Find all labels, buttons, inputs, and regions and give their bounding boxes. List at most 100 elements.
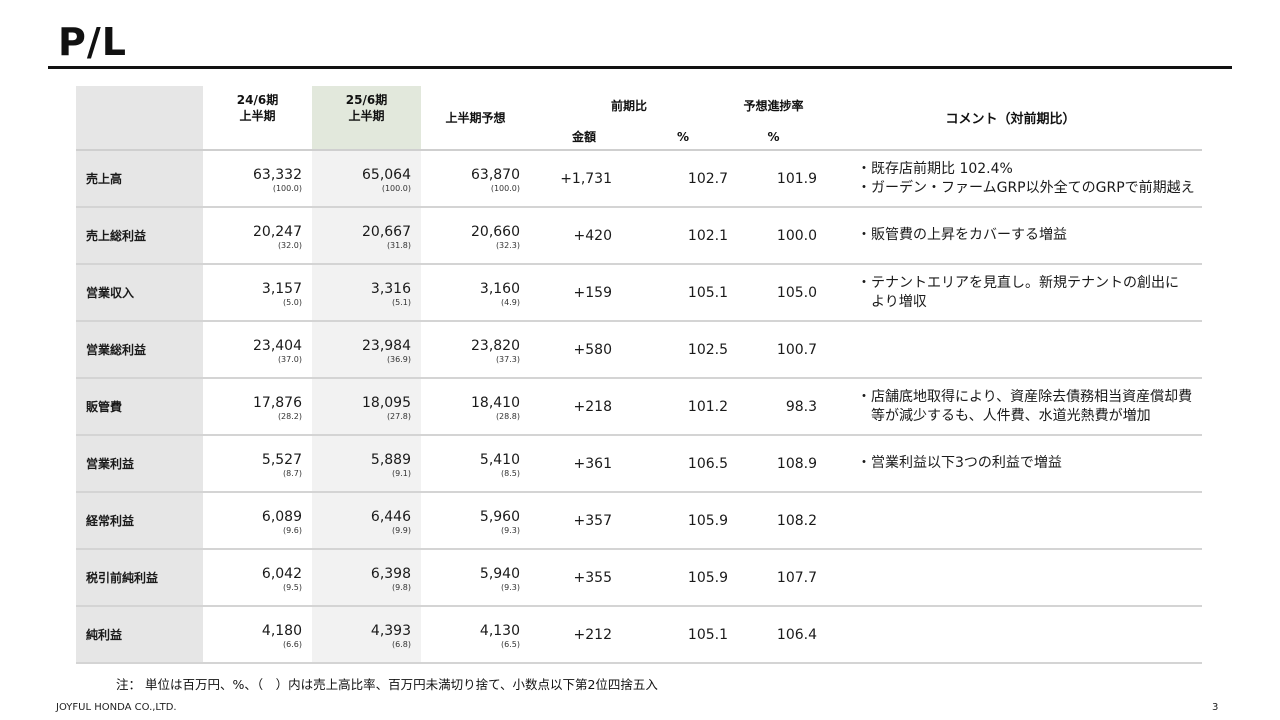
prev-sales-ratio: (5.0) [283,297,302,307]
prev-value-cell: 20,247 (32.0) [203,207,312,264]
prev-value: 6,089 [261,508,302,525]
cur-value: 3,316 [370,280,411,297]
comment-line: ・店舗底地取得により、資産除去債務相当資産償却費 [857,388,1193,405]
header-yoy: 前期比 [611,98,648,113]
forecast-value: 18,410 [471,394,520,411]
prev-sales-ratio: (37.0) [277,354,302,364]
forecast-value: 4,130 [479,622,520,639]
yoy-amount: +212 [573,626,612,643]
cur-sales-ratio: (9.1) [392,468,411,478]
cur-value-cell: 6,398 (9.8) [312,549,421,606]
cur-sales-ratio: (27.8) [386,411,411,421]
header-row: 24/6期 上半期 25/6期 上半期 上半期予想 前期比 予想進捗率 コメント… [76,86,1202,150]
cur-sales-ratio: (9.8) [392,582,411,592]
yoy-amount: +355 [573,569,612,586]
table-row: 販管費 17,876 (28.2) 18,095 (27.8) 18,410 (28.8) +… [76,378,1203,435]
row-label: 純利益 [76,606,203,663]
forecast-sales-ratio: (4.9) [501,297,520,307]
comment-line: ・販管費の上昇をカバーする増益 [857,227,1068,243]
forecast-progress: 101.9 [776,170,818,187]
footnote: 注： 単位は百万円、%、（ ）内は売上高比率、百万円未満切り捨て、小数点以下第2… [116,677,658,692]
header-comment: コメント（対前期比） [945,112,1076,127]
prev-value-cell: 6,042 (9.5) [203,549,312,606]
cur-value-cell: 18,095 (27.8) [312,378,421,435]
yoy-amount: +1,731 [560,170,612,187]
comment-cell [819,492,1202,549]
page-title: P/L [58,20,127,64]
yoy-amount: +420 [573,227,612,244]
comment-cell: ・テナントエリアを見直し。新規テナントの創出により増収 [819,264,1202,321]
cur-value-cell: 6,446 (9.9) [312,492,421,549]
yoy-percent: 105.9 [687,512,729,529]
prev-value: 6,042 [261,565,302,582]
table-row: 営業収入 3,157 (5.0) 3,316 (5.1) 3,160 (4.9) +159 10… [76,264,1203,321]
cur-value: 65,064 [362,166,411,183]
cur-value-cell: 23,984 (36.9) [312,321,421,378]
yoy-amount: +580 [573,341,612,358]
forecast-value: 3,160 [479,280,520,297]
forecast-value-cell: 3,160 (4.9) [421,264,530,321]
table-row: 売上高 63,332 (100.0) 65,064 (100.0) 63,870 (100.… [76,150,1203,207]
forecast-value: 20,660 [471,223,520,240]
forecast-value: 5,960 [479,508,520,525]
prev-value-cell: 5,527 (8.7) [203,435,312,492]
forecast-sales-ratio: (28.8) [495,411,520,421]
table-row: 経常利益 6,089 (9.6) 6,446 (9.9) 5,960 (9.3) +357 10… [76,492,1203,549]
prev-value: 17,876 [253,394,302,411]
prev-value-cell: 17,876 (28.2) [203,378,312,435]
prev-value-cell: 4,180 (6.6) [203,606,312,663]
header-forecast: 上半期予想 [445,111,506,125]
header-yoy-amount: 金額 [571,130,596,144]
table-row: 税引前純利益 6,042 (9.5) 6,398 (9.8) 5,940 (9.3) +355… [76,549,1203,606]
cur-sales-ratio: (6.8) [392,639,411,649]
cur-value: 5,889 [370,451,411,468]
prev-value-cell: 6,089 (9.6) [203,492,312,549]
comment-line: より増収 [871,293,927,310]
prev-sales-ratio: (32.0) [277,240,302,250]
yoy-amount: +357 [573,512,612,529]
forecast-value-cell: 4,130 (6.5) [421,606,530,663]
comment-cell: ・既存店前期比 102.4% ・ガーデン・ファームGRP以外全てのGRPで前期越え [819,150,1202,207]
cur-sales-ratio: (9.9) [392,525,411,535]
company-name: JOYFUL HONDA CO.,LTD. [56,702,177,713]
prev-sales-ratio: (9.5) [283,582,302,592]
row-label: 営業収入 [76,264,203,321]
header-corner [76,86,203,150]
forecast-progress: 105.0 [776,284,818,301]
cur-value-cell: 5,889 (9.1) [312,435,421,492]
prev-value: 23,404 [253,337,302,354]
comment-cell [819,606,1202,663]
yoy-percent: 105.1 [687,284,729,301]
row-label: 営業利益 [76,435,203,492]
header-progress: 予想進捗率 [743,98,804,113]
forecast-sales-ratio: (6.5) [501,639,520,649]
forecast-sales-ratio: (37.3) [495,354,520,364]
prev-value: 5,527 [261,451,302,468]
pl-table: 24/6期 上半期 25/6期 上半期 上半期予想 前期比 予想進捗率 コメント… [76,86,1203,664]
forecast-sales-ratio: (8.5) [501,468,520,478]
header-progress-pct: % [767,129,780,144]
cur-sales-ratio: (31.8) [386,240,411,250]
forecast-value-cell: 5,960 (9.3) [421,492,530,549]
forecast-value-cell: 23,820 (37.3) [421,321,530,378]
cur-value: 4,393 [370,622,411,639]
yoy-percent: 105.9 [687,569,729,586]
yoy-amount: +218 [573,398,612,415]
yoy-amount: +159 [573,284,612,301]
prev-value: 3,157 [261,280,302,297]
forecast-sales-ratio: (9.3) [501,582,520,592]
prev-value-cell: 63,332 (100.0) [203,150,312,207]
forecast-progress: 98.3 [785,398,818,415]
cur-value: 20,667 [362,223,411,240]
comment-line: ・テナントエリアを見直し。新規テナントの創出に [857,274,1180,291]
cur-value-cell: 65,064 (100.0) [312,150,421,207]
forecast-value: 5,940 [479,565,520,582]
yoy-percent: 106.5 [687,455,729,472]
comment-line: ・ガーデン・ファームGRP以外全てのGRPで前期越え [857,179,1195,196]
cur-value-cell: 3,316 (5.1) [312,264,421,321]
table-row: 売上総利益 20,247 (32.0) 20,667 (31.8) 20,660 (32.3… [76,207,1203,264]
cur-sales-ratio: (36.9) [386,354,411,364]
forecast-value-cell: 20,660 (32.3) [421,207,530,264]
comment-line: ・営業利益以下3つの利益で増益 [857,455,1062,471]
forecast-value-cell: 5,940 (9.3) [421,549,530,606]
